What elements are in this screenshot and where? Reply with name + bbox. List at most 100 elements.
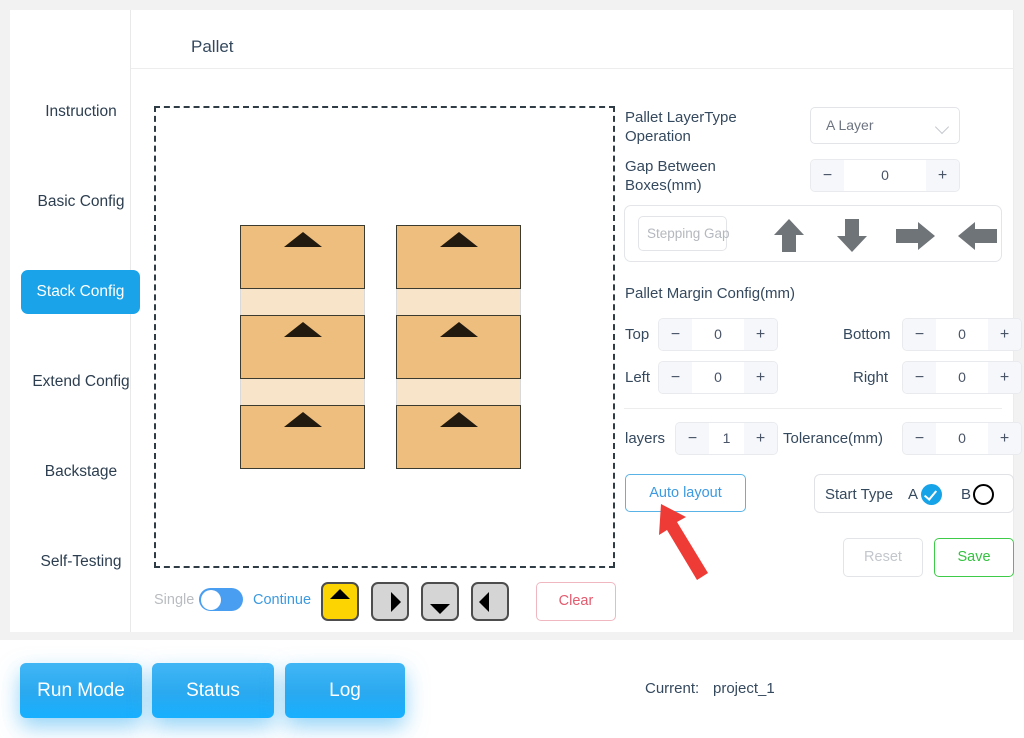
pallet-box[interactable] <box>396 405 521 469</box>
config-panel: Pallet LayerType Operation A Layer Gap B… <box>615 90 1022 590</box>
layer-type-label-line2: Operation <box>625 128 691 145</box>
clear-button[interactable]: Clear <box>536 582 616 621</box>
toggle-knob <box>200 589 221 610</box>
layer-type-label-line1: Pallet LayerType <box>625 109 737 126</box>
margin-top-increment-button[interactable]: + <box>744 319 777 350</box>
step-left-button[interactable] <box>956 220 997 252</box>
continue-mode-label: Continue <box>253 592 312 608</box>
sidebar-item-self-testing[interactable]: Self-Testing <box>21 540 141 584</box>
pallet-box[interactable] <box>240 225 365 289</box>
margin-left-label: Left <box>625 369 651 386</box>
gap-band <box>396 289 521 315</box>
move-down-button[interactable] <box>421 582 459 621</box>
run-mode-button[interactable]: Run Mode <box>20 663 142 718</box>
stepping-gap-bar: Stepping Gap <box>624 205 1002 262</box>
stack-column-left[interactable] <box>240 225 365 469</box>
move-up-button[interactable] <box>321 582 359 621</box>
start-type-a-label: A <box>908 486 919 503</box>
save-button[interactable]: Save <box>934 538 1014 577</box>
gap-decrement-button[interactable]: − <box>811 160 844 191</box>
tolerance-label: Tolerance(mm) <box>783 430 884 447</box>
left-arrow-icon <box>479 591 489 612</box>
gap-increment-button[interactable]: + <box>926 160 959 191</box>
tolerance-decrement-button[interactable]: − <box>903 423 936 454</box>
pallet-box[interactable] <box>396 315 521 379</box>
step-right-button[interactable] <box>893 220 935 252</box>
margin-left-increment-button[interactable]: + <box>744 362 777 393</box>
pallet-canvas[interactable] <box>154 106 615 568</box>
auto-layout-button[interactable]: Auto layout <box>625 474 746 512</box>
sidebar: Instruction Basic Config Stack Config Ex… <box>10 10 140 632</box>
margin-top-decrement-button[interactable]: − <box>659 319 692 350</box>
margin-bottom-increment-button[interactable]: + <box>988 319 1021 350</box>
layers-decrement-button[interactable]: − <box>676 423 709 454</box>
box-direction-icon <box>439 232 478 247</box>
up-arrow-icon <box>330 589 350 599</box>
box-direction-icon <box>283 412 322 427</box>
margin-bottom-decrement-button[interactable]: − <box>903 319 936 350</box>
layers-stepper[interactable]: − 1 + <box>675 422 778 455</box>
sidebar-item-extend-config[interactable]: Extend Config <box>21 360 141 404</box>
right-arrow-icon <box>391 591 401 612</box>
margin-right-stepper[interactable]: − 0 + <box>902 361 1022 394</box>
step-down-button[interactable] <box>832 215 872 255</box>
sidebar-item-stack-config[interactable]: Stack Config <box>21 270 140 314</box>
current-project-value: project_1 <box>713 680 775 697</box>
gap-value[interactable]: 0 <box>844 160 926 191</box>
margin-right-decrement-button[interactable]: − <box>903 362 936 393</box>
mode-toggle[interactable] <box>199 588 243 611</box>
margin-right-increment-button[interactable]: + <box>988 362 1021 393</box>
tolerance-stepper[interactable]: − 0 + <box>902 422 1022 455</box>
step-up-button[interactable] <box>769 215 809 255</box>
layer-type-value: A Layer <box>826 117 874 133</box>
margin-bottom-value[interactable]: 0 <box>936 319 988 350</box>
margin-left-stepper[interactable]: − 0 + <box>658 361 778 394</box>
log-button[interactable]: Log <box>285 663 405 718</box>
stepping-gap-input[interactable]: Stepping Gap <box>638 216 730 251</box>
current-project-label: Current: <box>645 680 700 697</box>
gap-label-line2: Boxes(mm) <box>625 177 702 194</box>
panel-divider <box>624 408 1002 409</box>
move-left-button[interactable] <box>471 582 509 621</box>
move-right-button[interactable] <box>371 582 409 621</box>
box-direction-icon <box>283 232 322 247</box>
margin-bottom-stepper[interactable]: − 0 + <box>902 318 1022 351</box>
footer-bar: Run Mode Status Log <box>0 640 1024 738</box>
box-direction-icon <box>439 412 478 427</box>
layers-increment-button[interactable]: + <box>744 423 777 454</box>
tolerance-value[interactable]: 0 <box>936 423 988 454</box>
single-mode-label: Single <box>154 592 195 608</box>
page-header: Pallet <box>131 10 1014 69</box>
status-button[interactable]: Status <box>152 663 274 718</box>
layers-label: layers <box>625 430 666 447</box>
start-type-b-radio[interactable] <box>973 484 994 505</box>
main-card: Instruction Basic Config Stack Config Ex… <box>10 10 1022 632</box>
page-title: Pallet <box>191 37 234 56</box>
gap-label-line1: Gap Between <box>625 158 716 175</box>
margin-right-value[interactable]: 0 <box>936 362 988 393</box>
layer-type-select[interactable]: A Layer <box>810 107 960 144</box>
pallet-box[interactable] <box>240 405 365 469</box>
start-type-a-radio[interactable] <box>921 484 942 505</box>
app-root: Instruction Basic Config Stack Config Ex… <box>0 0 1024 738</box>
sidebar-item-instruction[interactable]: Instruction <box>21 90 141 134</box>
margin-bottom-label: Bottom <box>843 326 891 343</box>
box-direction-icon <box>439 322 478 337</box>
margin-left-value[interactable]: 0 <box>692 362 744 393</box>
pallet-box[interactable] <box>240 315 365 379</box>
gap-stepper[interactable]: − 0 + <box>810 159 960 192</box>
tolerance-increment-button[interactable]: + <box>988 423 1021 454</box>
sidebar-item-backstage[interactable]: Backstage <box>21 450 141 494</box>
margin-left-decrement-button[interactable]: − <box>659 362 692 393</box>
gap-band <box>240 379 365 405</box>
margin-top-label: Top <box>625 326 650 343</box>
sidebar-item-basic-config[interactable]: Basic Config <box>21 180 141 224</box>
margin-top-value[interactable]: 0 <box>692 319 744 350</box>
chevron-down-icon <box>934 119 950 135</box>
stack-column-right[interactable] <box>396 225 521 469</box>
layers-value[interactable]: 1 <box>709 423 744 454</box>
margin-config-title: Pallet Margin Config(mm) <box>625 285 796 302</box>
pallet-box[interactable] <box>396 225 521 289</box>
margin-top-stepper[interactable]: − 0 + <box>658 318 778 351</box>
reset-button[interactable]: Reset <box>843 538 923 577</box>
